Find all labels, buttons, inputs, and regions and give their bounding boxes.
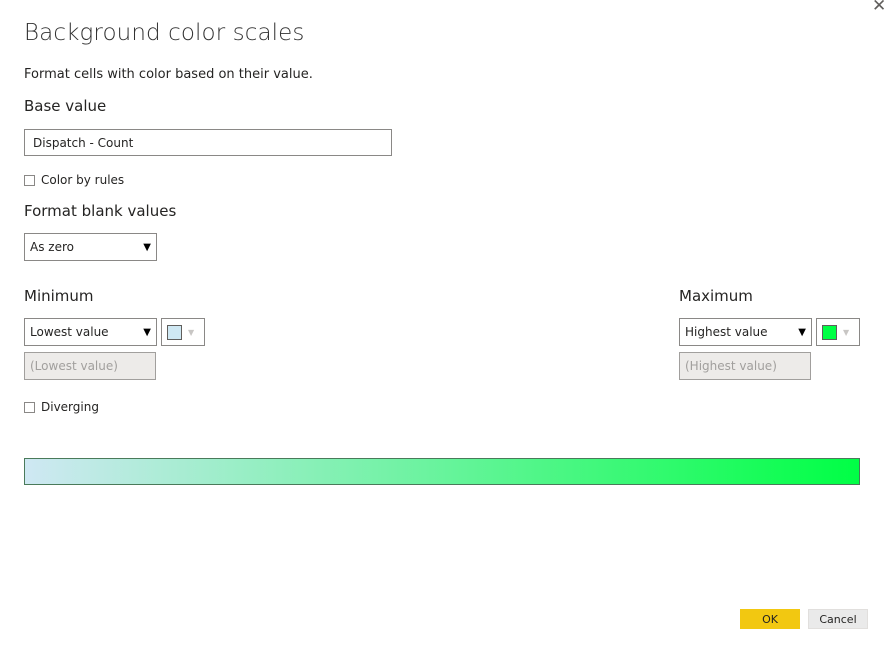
minimum-value-placeholder: (Lowest value) xyxy=(30,359,118,373)
format-blank-dropdown[interactable]: As zero ▼ xyxy=(24,233,157,261)
checkbox-box[interactable] xyxy=(24,401,35,413)
minimum-label: Minimum xyxy=(24,287,94,305)
base-value-field[interactable]: Dispatch - Count xyxy=(24,129,392,156)
maximum-value-input: (Highest value) xyxy=(679,352,811,380)
format-blank-label: Format blank values xyxy=(24,202,177,220)
color-by-rules-label: Color by rules xyxy=(41,173,125,187)
chevron-down-icon: ▼ xyxy=(843,327,850,337)
ok-button[interactable]: OK xyxy=(740,609,800,629)
maximum-type-dropdown[interactable]: Highest value ▼ xyxy=(679,318,812,346)
maximum-label: Maximum xyxy=(679,287,753,305)
minimum-type-selected: Lowest value xyxy=(30,325,109,339)
caret-down-icon: ▼ xyxy=(143,241,151,253)
base-value-label: Base value xyxy=(24,97,107,115)
minimum-color-swatch xyxy=(167,324,182,340)
maximum-value-placeholder: (Highest value) xyxy=(685,359,777,373)
close-icon[interactable]: ✕ xyxy=(872,0,885,16)
format-blank-selected: As zero xyxy=(30,240,74,254)
diverging-checkbox[interactable]: Diverging xyxy=(24,400,99,414)
diverging-label: Diverging xyxy=(41,400,99,414)
caret-down-icon: ▼ xyxy=(143,326,151,338)
minimum-type-dropdown[interactable]: Lowest value ▼ xyxy=(24,318,157,346)
minimum-value-input: (Lowest value) xyxy=(24,352,156,380)
dialog-subtitle: Format cells with color based on their v… xyxy=(24,67,313,82)
maximum-color-picker[interactable]: ▼ xyxy=(816,318,860,346)
cancel-button[interactable]: Cancel xyxy=(808,609,868,629)
base-value-text: Dispatch - Count xyxy=(33,135,134,150)
maximum-type-selected: Highest value xyxy=(685,325,768,339)
caret-down-icon: ▼ xyxy=(798,326,806,338)
checkbox-box[interactable] xyxy=(24,174,35,186)
chevron-down-icon: ▼ xyxy=(188,327,195,337)
color-scale-preview xyxy=(24,458,860,485)
minimum-color-picker[interactable]: ▼ xyxy=(161,318,205,346)
color-by-rules-checkbox[interactable]: Color by rules xyxy=(24,173,124,187)
dialog-title: Background color scales xyxy=(24,20,305,46)
maximum-color-swatch xyxy=(822,324,837,340)
